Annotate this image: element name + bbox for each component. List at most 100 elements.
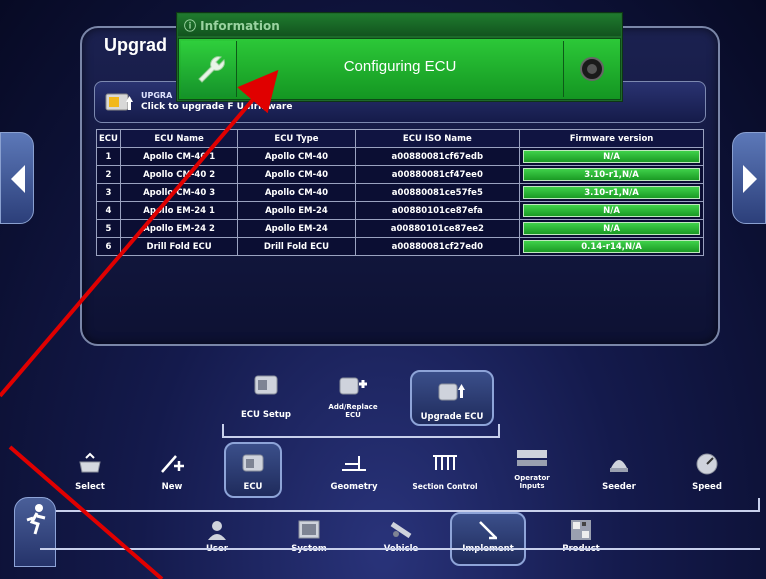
- table-row[interactable]: 6 Drill Fold ECU Drill Fold ECU a0088008…: [96, 237, 704, 256]
- firmware-badge: N/A: [523, 150, 700, 163]
- ecu-type-cell: Apollo CM-40: [237, 147, 356, 166]
- operator-inputs-icon: [517, 450, 547, 466]
- ecu-icon: [242, 454, 264, 472]
- new-label: New: [161, 482, 183, 492]
- ecu-label: ECU: [243, 482, 263, 492]
- firmware-cell: 0.14-r14,N/A: [519, 237, 704, 256]
- upgrade-ecu-content: Upgrade ECU: [410, 378, 494, 422]
- column-header-firmware-version: Firmware version: [519, 129, 704, 148]
- firmware-badge: N/A: [523, 204, 700, 217]
- firmware-cell: 3.10-r1,N/A: [519, 165, 704, 184]
- column-header-ecu-type: ECU Type: [237, 129, 356, 148]
- ecu-iso-cell: a00880081cf27ed0: [354, 237, 521, 256]
- operator-inputs-label: Operator Inputs: [514, 474, 550, 490]
- ecu-setup-label: ECU Setup: [241, 410, 291, 420]
- ecu-content: ECU: [224, 450, 282, 492]
- speed-icon: [696, 453, 718, 475]
- table-row[interactable]: 5 Apollo EM-24 2 Apollo EM-24 a00880101c…: [96, 219, 704, 238]
- system-icon: [298, 520, 320, 539]
- ecu-number-cell: 1: [96, 147, 121, 166]
- firmware-badge: 0.14-r14,N/A: [523, 240, 700, 253]
- user-icon: [208, 521, 226, 540]
- geometry-icon: [342, 456, 366, 471]
- column-header-ecu: ECU: [96, 129, 121, 148]
- column-header-ecu-name: ECU Name: [119, 129, 239, 148]
- main-menu-rail: [40, 548, 760, 550]
- add-replace-ecu-button[interactable]: Add/Replace ECU: [320, 372, 386, 419]
- upgrade-ecu-icon: [438, 383, 465, 401]
- column-header-ecu-iso-name: ECU ISO Name: [354, 129, 521, 148]
- firmware-cell: N/A: [519, 147, 704, 166]
- ecu-iso-cell: a00880081cf47ee0: [354, 165, 521, 184]
- seeder-label: Seeder: [602, 482, 636, 492]
- firmware-badge: 3.10-r1,N/A: [523, 186, 700, 199]
- table-row[interactable]: 3 Apollo CM-40 3 Apollo CM-40 a00880081c…: [96, 183, 704, 202]
- section-control-button[interactable]: Section Control: [400, 450, 490, 491]
- ecu-number-cell: 4: [96, 201, 121, 220]
- wrench-icon: [181, 41, 237, 97]
- select-icon: [79, 452, 101, 473]
- geometry-label: Geometry: [330, 482, 378, 492]
- ecu-number-cell: 5: [96, 219, 121, 238]
- ecu-name-cell: Apollo CM-40 1: [119, 147, 239, 166]
- vehicle-icon: [390, 521, 412, 539]
- ecu-type-cell: Apollo CM-40: [237, 183, 356, 202]
- firmware-cell: 3.10-r1,N/A: [519, 183, 704, 202]
- ecu-iso-cell: a00880081cf67edb: [354, 147, 521, 166]
- ecu-name-cell: Apollo CM-40 2: [119, 165, 239, 184]
- ecu-name-cell: Apollo EM-24 1: [119, 201, 239, 220]
- firmware-cell: N/A: [519, 201, 704, 220]
- ecu-type-cell: Apollo CM-40: [237, 165, 356, 184]
- seeder-button[interactable]: Seeder: [596, 450, 642, 492]
- new-icon: [161, 455, 184, 473]
- run-screen-tab[interactable]: [14, 497, 56, 567]
- speed-label: Speed: [692, 482, 722, 492]
- geometry-button[interactable]: Geometry: [322, 450, 386, 492]
- section-control-icon: [433, 455, 457, 470]
- ecu-submenu-bracket: [222, 424, 500, 438]
- product-icon: [571, 520, 591, 540]
- page-title: Upgrad: [104, 35, 167, 55]
- ecu-name-cell: Apollo EM-24 2: [119, 219, 239, 238]
- table-row[interactable]: 1 Apollo CM-40 1 Apollo CM-40 a00880081c…: [96, 147, 704, 166]
- speed-button[interactable]: Speed: [682, 450, 732, 492]
- speaker-icon[interactable]: [563, 41, 619, 97]
- select-label: Select: [75, 482, 105, 492]
- ecu-name-cell: Drill Fold ECU: [119, 237, 239, 256]
- ecu-name-cell: Apollo CM-40 3: [119, 183, 239, 202]
- ecu-type-cell: Apollo EM-24: [237, 201, 356, 220]
- new-button[interactable]: New: [150, 450, 194, 492]
- upgrade-subtitle: Click to upgrade F U firmware: [141, 102, 293, 112]
- runner-icon: [26, 504, 46, 535]
- ecu-number-cell: 6: [96, 237, 121, 256]
- next-page-button[interactable]: [732, 132, 766, 224]
- select-button[interactable]: Select: [68, 450, 112, 492]
- implement-icon: [479, 521, 497, 540]
- firmware-cell: N/A: [519, 219, 704, 238]
- ecu-type-cell: Drill Fold ECU: [237, 237, 356, 256]
- firmware-badge: 3.10-r1,N/A: [523, 168, 700, 181]
- add-ecu-icon: [339, 377, 367, 395]
- section-control-label: Section Control: [412, 482, 478, 491]
- ecu-iso-cell: a00880101ce87efa: [354, 201, 521, 220]
- upgrade-heading: UPGRA: [141, 91, 173, 100]
- seeder-icon: [610, 460, 628, 472]
- ecu-number-cell: 2: [96, 165, 121, 184]
- ecu-type-cell: Apollo EM-24: [237, 219, 356, 238]
- ecu-setup-button[interactable]: ECU Setup: [236, 372, 296, 420]
- ecu-setup-icon: [254, 375, 278, 395]
- information-message: Configuring ECU: [343, 58, 457, 75]
- information-title: ⓘ Information: [184, 19, 280, 33]
- ecu-upgrade-icon: [104, 88, 134, 116]
- ecu-table: ECU ECU Name ECU Type ECU ISO Name Firmw…: [96, 129, 704, 256]
- firmware-badge: N/A: [523, 222, 700, 235]
- table-row[interactable]: 4 Apollo EM-24 1 Apollo EM-24 a00880101c…: [96, 201, 704, 220]
- previous-page-button[interactable]: [0, 132, 34, 224]
- operator-inputs-button[interactable]: Operator Inputs: [502, 446, 562, 490]
- ecu-iso-cell: a00880081ce57fe5: [354, 183, 521, 202]
- ecu-iso-cell: a00880101ce87ee2: [354, 219, 521, 238]
- table-header-row: ECU ECU Name ECU Type ECU ISO Name Firmw…: [96, 129, 704, 148]
- table-row[interactable]: 2 Apollo CM-40 2 Apollo CM-40 a00880081c…: [96, 165, 704, 184]
- add-replace-ecu-label: Add/Replace ECU: [328, 403, 378, 419]
- implement-submenu-bracket: [46, 498, 760, 512]
